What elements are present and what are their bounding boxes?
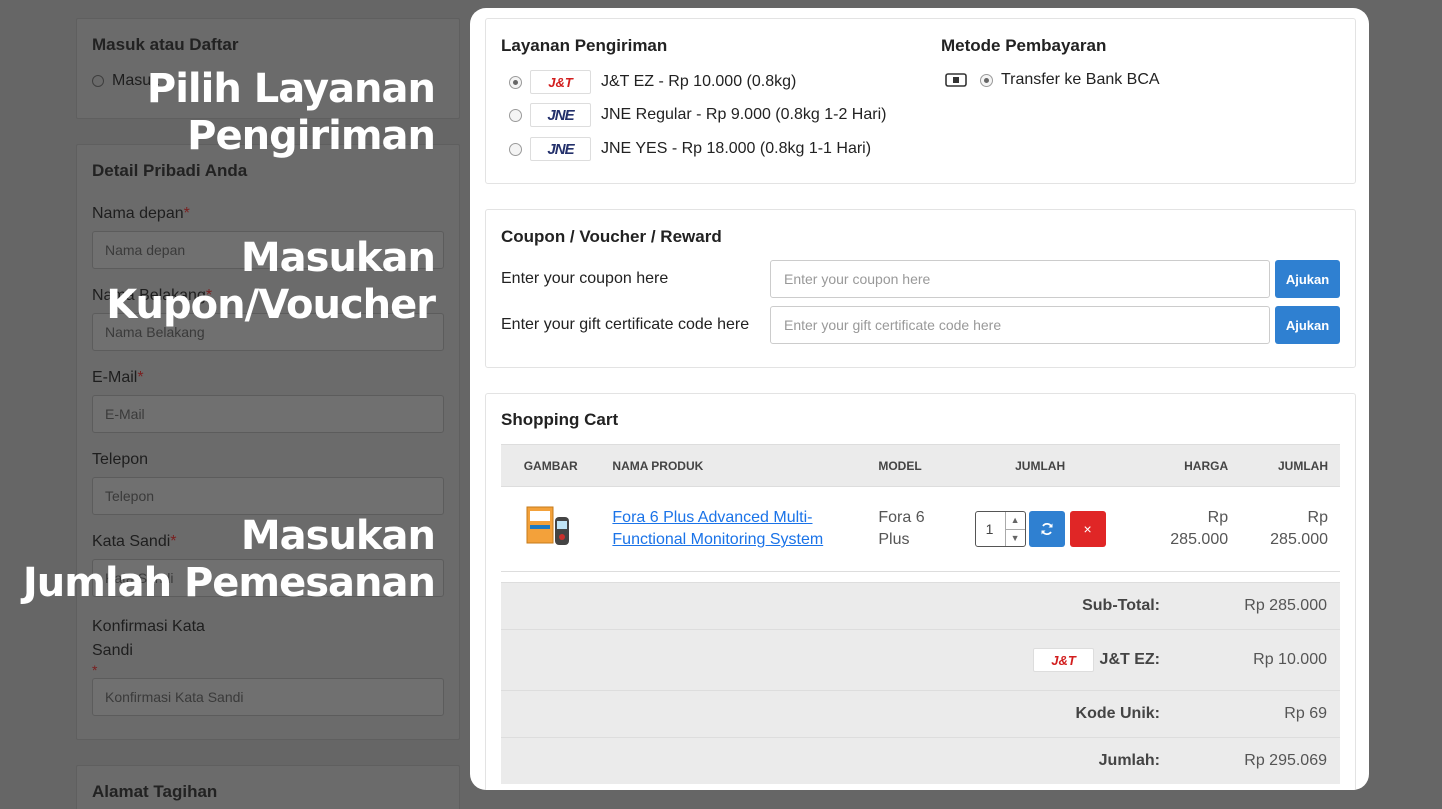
shipping-title: Layanan Pengiriman [501, 36, 668, 55]
shipping-radio-jt-ez[interactable] [509, 75, 522, 89]
jne-logo: JNE [530, 103, 591, 127]
quantity-down-icon[interactable]: ▼ [1006, 530, 1025, 547]
coupon-title: Coupon / Voucher / Reward [501, 227, 722, 246]
subtotal-row: Sub-Total: Rp 285.000 [501, 582, 1340, 629]
shipping-option-jne-yes[interactable]: JNE JNE YES - Rp 18.000 (0.8kg 1-1 Hari) [509, 137, 871, 161]
grand-total-label: Jumlah: [1098, 752, 1160, 769]
unique-code-row: Kode Unik: Rp 69 [501, 690, 1340, 737]
coupon-box: Coupon / Voucher / Reward Enter your cou… [485, 209, 1356, 368]
col-total: JUMLAH [1240, 444, 1340, 487]
refresh-icon [1041, 522, 1053, 536]
product-image[interactable] [501, 486, 601, 572]
confirm-password-input[interactable]: Konfirmasi Kata Sandi [92, 678, 444, 716]
unique-code-value: Rp 69 [1284, 705, 1327, 722]
jt-express-logo: J&T [1033, 648, 1094, 672]
subtotal-value: Rp 285.000 [1244, 597, 1327, 614]
payment-radio-bca[interactable] [980, 73, 993, 87]
phone-input[interactable]: Telepon [92, 477, 444, 515]
login-title: Masuk atau Daftar [92, 35, 239, 54]
cart-item-row: Fora 6 Plus Advanced Multi-Functional Mo… [501, 486, 1340, 572]
quantity-stepper[interactable]: 1 ▲ ▼ [974, 511, 1026, 547]
shipping-radio-jne-yes[interactable] [509, 142, 522, 156]
billing-title: Alamat Tagihan [92, 782, 218, 801]
coupon-input[interactable]: Enter your coupon here [770, 260, 1270, 298]
col-name: NAMA PRODUK [600, 444, 879, 487]
col-qty: JUMLAH [952, 444, 1128, 487]
jne-logo: JNE [530, 137, 591, 161]
grand-total-value: Rp 295.069 [1244, 752, 1327, 769]
product-model: Fora 6 Plus [878, 486, 953, 572]
overlay-shipping-caption: Pilih Layanan Pengiriman [146, 66, 436, 159]
payment-option-bca[interactable]: Transfer ke Bank BCA [945, 71, 1160, 89]
email-label: E-Mail* [92, 369, 144, 386]
first-name-label: Nama depan* [92, 205, 190, 222]
phone-label: Telepon [92, 451, 149, 468]
cart-header-row: GAMBAR NAMA PRODUK MODEL JUMLAH HARGA JU… [501, 444, 1340, 487]
coupon-label: Enter your coupon here [501, 270, 669, 287]
email-input[interactable]: E-Mail [92, 395, 444, 433]
remove-icon: × [1083, 521, 1092, 537]
shipping-option-jt-ez[interactable]: J&T J&T EZ - Rp 10.000 (0.8kg) [509, 70, 796, 94]
apply-gift-button[interactable]: Ajukan [1275, 306, 1340, 344]
grand-total-row: Jumlah: Rp 295.069 [501, 737, 1340, 784]
update-quantity-button[interactable] [1028, 511, 1065, 547]
subtotal-label: Sub-Total: [1082, 597, 1160, 614]
shipping-row: J&T J&T EZ: Rp 10.000 [501, 629, 1340, 690]
col-price: HARGA [1127, 444, 1241, 487]
cart-table: GAMBAR NAMA PRODUK MODEL JUMLAH HARGA JU… [501, 444, 1340, 572]
quantity-value: 1 [985, 521, 994, 537]
unique-code-label: Kode Unik: [1075, 705, 1160, 722]
col-image: GAMBAR [501, 444, 601, 487]
gift-label: Enter your gift certificate code here [501, 316, 750, 333]
apply-coupon-button[interactable]: Ajukan [1275, 260, 1340, 298]
shipping-cost-value: Rp 10.000 [1253, 651, 1327, 668]
product-total: Rp 285.000 [1240, 486, 1340, 572]
personal-title: Detail Pribadi Anda [92, 161, 248, 180]
shipping-cost-label: J&T EZ: [1099, 651, 1160, 668]
cart-title: Shopping Cart [501, 410, 619, 429]
payment-title: Metode Pembayaran [941, 36, 1107, 55]
product-thumbnail [526, 506, 569, 545]
shipping-payment-box: Layanan Pengiriman J&T J&T EZ - Rp 10.00… [485, 18, 1356, 184]
product-price: Rp 285.000 [1127, 486, 1241, 572]
overlay-coupon-caption: Masukan Kupon/Voucher [106, 235, 436, 328]
shopping-cart-box: Shopping Cart GAMBAR NAMA PRODUK MODEL J… [485, 393, 1356, 790]
quantity-up-icon[interactable]: ▲ [1005, 512, 1025, 530]
jt-express-logo: J&T [530, 70, 591, 94]
col-model: MODEL [878, 444, 953, 487]
bank-transfer-icon [945, 73, 967, 87]
overlay-quantity-caption: Masukan Jumlah Pemesanan [22, 513, 436, 606]
remove-item-button[interactable]: × [1069, 511, 1106, 547]
shipping-radio-jne-regular[interactable] [509, 108, 522, 122]
confirm-password-label: Konfirmasi Kata Sandi * [92, 618, 205, 678]
checkout-card: Layanan Pengiriman J&T J&T EZ - Rp 10.00… [470, 8, 1369, 790]
login-radio[interactable] [92, 75, 104, 87]
shipping-option-jne-regular[interactable]: JNE JNE Regular - Rp 9.000 (0.8kg 1-2 Ha… [509, 103, 886, 127]
gift-certificate-input[interactable]: Enter your gift certificate code here [770, 306, 1270, 344]
product-name-link[interactable]: Fora 6 Plus Advanced Multi-Functional Mo… [612, 509, 823, 548]
